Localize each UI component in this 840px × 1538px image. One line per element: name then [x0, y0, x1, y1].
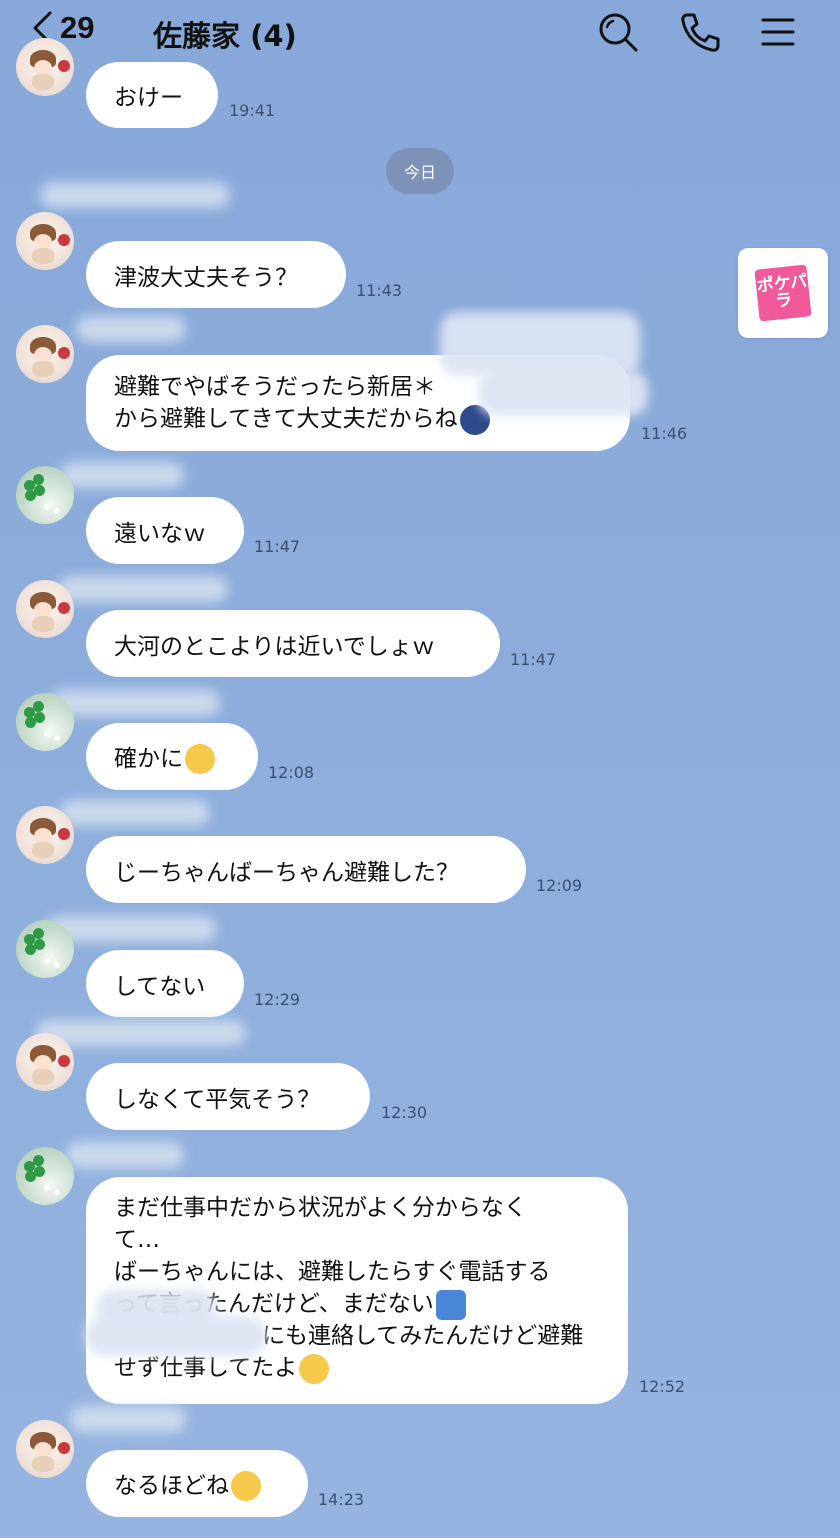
message-text-line: まだ仕事中だから状況がよく分からなく: [114, 1195, 527, 1221]
widget-logo: ポケパラ: [754, 264, 812, 322]
message-bubble[interactable]: なるほどね: [86, 1450, 308, 1517]
message-bubble[interactable]: しなくて平気そう？: [86, 1063, 370, 1130]
sweat-smile-emoji-icon: [231, 1471, 261, 1502]
message-text: してない: [114, 973, 206, 1000]
sweat-smile-emoji-icon: [299, 1353, 330, 1384]
message-text: なるほどね: [114, 1466, 261, 1502]
message-time: 19:41: [229, 101, 276, 120]
arrow-down-emoji-icon: [435, 1289, 466, 1320]
message-time: 12:30: [381, 1103, 428, 1122]
message-time: 12:52: [639, 1377, 686, 1396]
message-text: 遠いなｗ: [114, 520, 206, 547]
avatar[interactable]: [16, 1420, 74, 1478]
message-bubble[interactable]: じーちゃんばーちゃん避難した？: [86, 836, 526, 903]
chat-title: 佐藤家 (4): [153, 19, 297, 53]
call-button[interactable]: [678, 10, 722, 54]
message-time: 11:43: [356, 281, 403, 300]
menu-icon: [761, 18, 795, 46]
message-time: 11:46: [641, 424, 688, 443]
message-time: 14:23: [318, 1490, 365, 1509]
message-text-line: ばーちゃんには、避難したらすぐ電話する: [114, 1259, 551, 1285]
redacted-name: [60, 800, 210, 826]
message-text-line: せず仕事してたよ: [114, 1352, 600, 1384]
sweat-smile-emoji-icon: [185, 744, 215, 775]
message-time: 11:47: [510, 650, 557, 669]
search-button[interactable]: [596, 10, 640, 54]
avatar[interactable]: [16, 920, 74, 978]
chat-header: 29 佐藤家 (4): [0, 0, 840, 64]
redacted-name: [76, 316, 186, 342]
message-text: じーちゃんばーちゃん避難した？: [114, 859, 459, 886]
avatar[interactable]: [16, 38, 74, 96]
message-text: 津波大丈夫そう？: [114, 264, 298, 291]
search-icon: [599, 13, 638, 52]
message-time: 12:08: [268, 763, 315, 782]
message-bubble[interactable]: 遠いなｗ: [86, 497, 244, 564]
redaction-mark: [440, 312, 640, 376]
message-text: 確かに: [114, 739, 215, 775]
avatar[interactable]: [16, 325, 74, 383]
message-bubble[interactable]: 津波大丈夫そう？: [86, 241, 346, 308]
avatar[interactable]: [16, 693, 74, 751]
side-widget[interactable]: ポケパラ: [738, 248, 828, 338]
redaction-mark: [478, 370, 648, 416]
redaction-mark: [86, 1316, 266, 1356]
message-text: 大河のとこよりは近いでしょｗ: [114, 633, 435, 660]
redacted-name: [36, 1020, 246, 1046]
redacted-name: [66, 1142, 184, 1168]
avatar[interactable]: [16, 806, 74, 864]
redacted-name: [70, 1406, 186, 1432]
avatar[interactable]: [16, 580, 74, 638]
message-bubble[interactable]: おけー: [86, 62, 218, 128]
message-text: しなくて平気そう？: [114, 1086, 321, 1113]
message-bubble[interactable]: 確かに: [86, 723, 258, 790]
redacted-name: [40, 182, 230, 208]
redacted-name: [50, 690, 220, 716]
phone-icon: [681, 13, 720, 52]
message-time: 11:47: [254, 537, 301, 556]
message-bubble[interactable]: 大河のとこよりは近いでしょｗ: [86, 610, 500, 677]
message-text-line: て…: [114, 1227, 160, 1253]
avatar[interactable]: [16, 1033, 74, 1091]
unread-count: 29: [60, 10, 95, 45]
avatar[interactable]: [16, 466, 74, 524]
avatar[interactable]: [16, 212, 74, 270]
avatar[interactable]: [16, 1147, 74, 1205]
redacted-name: [60, 462, 184, 488]
menu-button[interactable]: [756, 10, 800, 54]
message-time: 12:29: [254, 990, 301, 1009]
date-separator: 今日: [386, 148, 454, 194]
redacted-name: [58, 576, 228, 602]
message-time: 12:09: [536, 876, 583, 895]
message-text: おけー: [114, 85, 183, 111]
message-bubble[interactable]: してない: [86, 950, 244, 1017]
